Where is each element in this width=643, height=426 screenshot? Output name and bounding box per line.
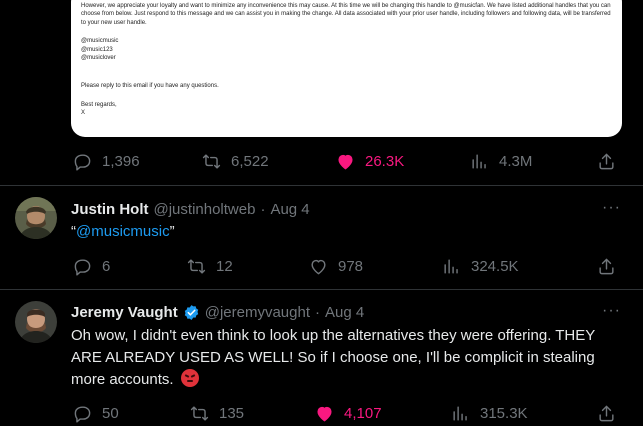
like-button[interactable]: 978 bbox=[309, 254, 363, 278]
divider bbox=[0, 289, 643, 290]
share-button[interactable] bbox=[597, 401, 616, 425]
reply-action-bar: 6 12 978 324.5K bbox=[0, 254, 643, 278]
retweet-count: 12 bbox=[216, 257, 233, 275]
email-screenshot-card[interactable]: However, we appreciate your loyalty and … bbox=[71, 0, 622, 137]
like-button[interactable]: 4,107 bbox=[315, 401, 382, 425]
reply-body: Oh wow, I didn't even think to look up t… bbox=[71, 327, 595, 388]
views-button[interactable]: 315.3K bbox=[451, 401, 528, 425]
separator-dot: · bbox=[315, 303, 320, 321]
email-reply-note: Please reply to this email if you have a… bbox=[81, 83, 219, 90]
views-chart-icon bbox=[444, 258, 458, 274]
quote-close: ” bbox=[169, 223, 175, 240]
display-name[interactable]: Jeremy Vaught bbox=[71, 304, 178, 321]
reply-action-bar: 50 135 4,107 315.3K bbox=[0, 401, 643, 425]
more-options-icon[interactable]: ··· bbox=[602, 302, 621, 320]
main-tweet-action-bar: 1,396 6,522 26.3K 4.3M bbox=[0, 149, 643, 173]
email-paragraph: However, we appreciate your loyalty and … bbox=[81, 3, 611, 26]
mention-link[interactable]: @musicmusic bbox=[76, 223, 170, 240]
tweet-date[interactable]: Aug 4 bbox=[325, 304, 364, 321]
retweet-button[interactable]: 135 bbox=[190, 401, 244, 425]
separator-dot: · bbox=[260, 200, 266, 218]
email-handle-option: @musicmusic bbox=[81, 38, 119, 45]
reply-text: Oh wow, I didn't even think to look up t… bbox=[71, 325, 626, 391]
views-count: 4.3M bbox=[499, 152, 533, 170]
avatar-jeremy-vaught[interactable] bbox=[15, 301, 57, 343]
email-handle-option: @musiclover bbox=[81, 55, 116, 62]
reply-count: 6 bbox=[102, 257, 111, 275]
retweet-icon bbox=[190, 405, 209, 421]
heart-icon bbox=[311, 259, 326, 274]
reply-icon bbox=[74, 258, 91, 276]
share-icon bbox=[599, 153, 614, 169]
user-handle[interactable]: @jeremyvaught bbox=[205, 304, 310, 321]
retweet-count: 135 bbox=[219, 404, 245, 422]
email-handle-option: @music123 bbox=[81, 46, 113, 53]
reply-button[interactable]: 50 bbox=[73, 401, 119, 425]
share-button[interactable] bbox=[597, 254, 616, 278]
reply-count: 50 bbox=[102, 404, 119, 422]
reply-text: “@musicmusic” bbox=[71, 221, 626, 243]
retweet-count: 6,522 bbox=[231, 152, 269, 170]
views-chart-icon bbox=[453, 405, 467, 421]
like-count: 4,107 bbox=[344, 404, 382, 422]
avatar-photo bbox=[15, 301, 57, 343]
retweet-button[interactable]: 12 bbox=[187, 254, 233, 278]
reply-icon bbox=[74, 153, 91, 171]
views-button[interactable]: 4.3M bbox=[470, 149, 532, 173]
views-count: 315.3K bbox=[480, 404, 528, 422]
retweet-icon bbox=[187, 258, 206, 274]
views-button[interactable]: 324.5K bbox=[442, 254, 519, 278]
share-icon bbox=[599, 258, 614, 274]
like-count: 978 bbox=[338, 257, 364, 275]
share-button[interactable] bbox=[597, 149, 616, 173]
reply-header: Jeremy Vaught @jeremyvaught · Aug 4 bbox=[71, 302, 364, 322]
reply-button[interactable]: 1,396 bbox=[73, 149, 140, 173]
email-signature: X bbox=[81, 110, 86, 117]
heart-filled-icon bbox=[338, 154, 353, 169]
more-options-icon[interactable]: ··· bbox=[602, 199, 621, 217]
tweet-date[interactable]: Aug 4 bbox=[270, 201, 309, 218]
retweet-button[interactable]: 6,522 bbox=[202, 149, 269, 173]
reply-button[interactable]: 6 bbox=[73, 254, 110, 278]
retweet-icon bbox=[202, 153, 221, 169]
display-name[interactable]: Justin Holt bbox=[71, 201, 149, 218]
share-icon bbox=[599, 405, 614, 421]
user-handle[interactable]: @justinholtweb bbox=[154, 201, 256, 218]
reply-count: 1,396 bbox=[102, 152, 140, 170]
reply-header: Justin Holt @justinholtweb · Aug 4 bbox=[71, 199, 310, 219]
angry-face-emoji-icon bbox=[180, 369, 199, 387]
reply-icon bbox=[74, 405, 91, 423]
views-count: 324.5K bbox=[471, 257, 519, 275]
heart-filled-icon bbox=[317, 406, 332, 421]
views-chart-icon bbox=[472, 153, 486, 169]
avatar-justin-holt[interactable] bbox=[15, 197, 57, 239]
like-count: 26.3K bbox=[365, 152, 405, 170]
avatar-photo bbox=[15, 197, 57, 239]
email-signoff: Best regards, bbox=[81, 101, 117, 108]
verified-badge-icon[interactable] bbox=[183, 304, 200, 321]
like-button[interactable]: 26.3K bbox=[336, 149, 404, 173]
divider bbox=[0, 185, 643, 186]
